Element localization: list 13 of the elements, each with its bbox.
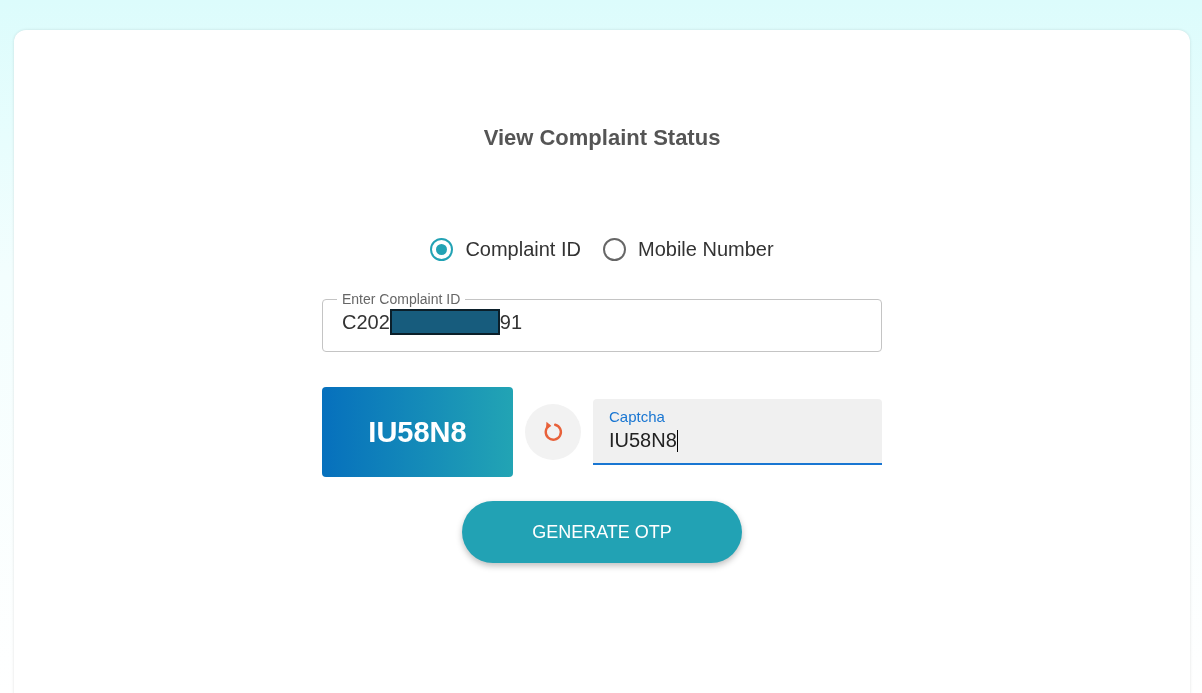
radio-option[interactable]: Mobile Number [603,238,774,261]
text-cursor [676,429,678,452]
page-title: View Complaint Status [483,125,721,151]
radio-option[interactable]: Complaint ID [430,238,581,261]
refresh-button[interactable] [525,404,581,460]
field-value: IU58N8 [609,429,677,452]
complaint-id-field[interactable]: Enter Complaint ID C202 91 [322,291,882,352]
captcha-image: IU58N8 [322,387,513,477]
field-value: C202 [342,310,390,334]
field-label: Captcha [609,408,666,425]
field-label: Enter Complaint ID [341,291,462,307]
field-value: 91 [499,310,523,334]
captcha-field[interactable]: Captcha IU58N8 [593,399,882,465]
